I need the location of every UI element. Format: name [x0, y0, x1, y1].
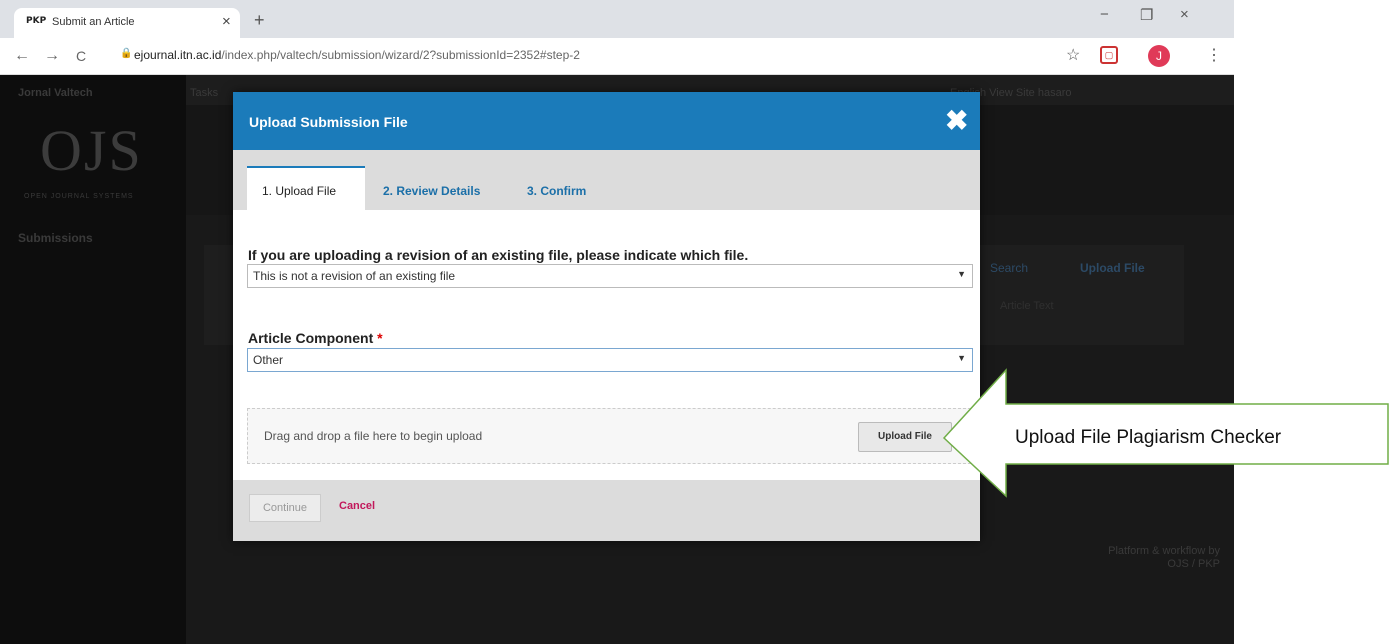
- bg-article-text: Article Text: [1000, 300, 1054, 312]
- modal-footer: Continue Cancel: [233, 480, 980, 541]
- close-tab-icon[interactable]: ×: [222, 13, 231, 30]
- back-icon[interactable]: ←: [14, 47, 30, 65]
- tab-upload-file-label: 1. Upload File: [262, 184, 337, 198]
- address-bar-row: ← → C 🔒 ejournal.itn.ac.id/index.php/val…: [0, 38, 1234, 75]
- url-host: ejournal.itn.ac.id: [134, 48, 222, 62]
- wizard-tabs: 1. Upload File 2. Review Details 3. Conf…: [233, 150, 980, 212]
- tab-title: Submit an Article: [52, 16, 135, 28]
- minimize-icon[interactable]: −: [1100, 6, 1109, 23]
- modal-header: Upload Submission File ✖: [233, 92, 980, 150]
- dropzone-text: Drag and drop a file here to begin uploa…: [264, 429, 483, 443]
- tasks-link[interactable]: Tasks: [190, 87, 218, 99]
- file-dropzone[interactable]: Drag and drop a file here to begin uploa…: [247, 408, 971, 464]
- revision-select[interactable]: This is not a revision of an existing fi…: [247, 264, 973, 288]
- browser-menu-icon[interactable]: ⋮: [1206, 45, 1222, 65]
- restore-icon[interactable]: ❐: [1140, 6, 1153, 24]
- chevron-down-icon: ▼: [957, 269, 966, 279]
- bookmark-star-icon[interactable]: ☆: [1066, 45, 1080, 65]
- callout-label: Upload File Plagiarism Checker: [1015, 427, 1282, 448]
- tab-strip: PKP Submit an Article × + − ❐ ×: [0, 0, 1234, 38]
- browser-tab[interactable]: PKP Submit an Article ×: [14, 8, 240, 38]
- extension-icon[interactable]: ▢: [1100, 46, 1118, 64]
- ojs-tagline: OPEN JOURNAL SYSTEMS: [24, 193, 134, 200]
- reload-icon[interactable]: C: [76, 48, 86, 64]
- modal-title: Upload Submission File: [249, 114, 408, 130]
- upload-file-button[interactable]: Upload File: [858, 422, 952, 452]
- browser-window: PKP Submit an Article × + − ❐ × ← → C 🔒 …: [0, 0, 1234, 644]
- article-component-select[interactable]: Other ▼: [247, 348, 973, 372]
- url-field[interactable]: 🔒 ejournal.itn.ac.id/index.php/valtech/s…: [112, 45, 1132, 67]
- revision-select-value: This is not a revision of an existing fi…: [253, 269, 456, 283]
- profile-avatar[interactable]: J: [1148, 45, 1170, 67]
- close-window-icon[interactable]: ×: [1180, 6, 1189, 23]
- revision-label: If you are uploading a revision of an ex…: [248, 247, 749, 263]
- close-icon[interactable]: ✖: [945, 104, 968, 137]
- pkp-favicon-icon: PKP: [26, 16, 47, 26]
- bg-upload-file-link[interactable]: Upload File: [1080, 261, 1145, 275]
- cancel-link[interactable]: Cancel: [339, 500, 375, 512]
- sidebar-item-submissions[interactable]: Submissions: [18, 231, 93, 245]
- article-component-label-text: Article Component: [248, 330, 374, 346]
- footer-pkp-text: Platform & workflow by OJS / PKP: [1108, 545, 1220, 570]
- url-text: ejournal.itn.ac.id/index.php/valtech/sub…: [134, 48, 580, 62]
- article-component-label: Article Component *: [248, 330, 383, 346]
- journal-name[interactable]: Jornal Valtech: [18, 87, 93, 99]
- bg-search-link[interactable]: Search: [990, 261, 1028, 275]
- tab-upload-file[interactable]: 1. Upload File: [247, 166, 365, 212]
- new-tab-icon[interactable]: +: [254, 10, 265, 31]
- upload-submission-modal: Upload Submission File ✖ 1. Upload File …: [233, 92, 980, 541]
- sidebar: Jornal Valtech OJS OPEN JOURNAL SYSTEMS …: [0, 75, 186, 644]
- required-marker: *: [377, 330, 383, 346]
- lock-icon: 🔒: [120, 48, 133, 59]
- article-component-value: Other: [253, 353, 284, 367]
- forward-icon[interactable]: →: [44, 47, 60, 65]
- tab-review-details[interactable]: 2. Review Details: [383, 184, 480, 198]
- url-path: /index.php/valtech/submission/wizard/2?s…: [221, 48, 580, 62]
- ojs-logo: OJS: [40, 118, 143, 183]
- tab-confirm[interactable]: 3. Confirm: [527, 184, 586, 198]
- continue-button[interactable]: Continue: [249, 494, 321, 522]
